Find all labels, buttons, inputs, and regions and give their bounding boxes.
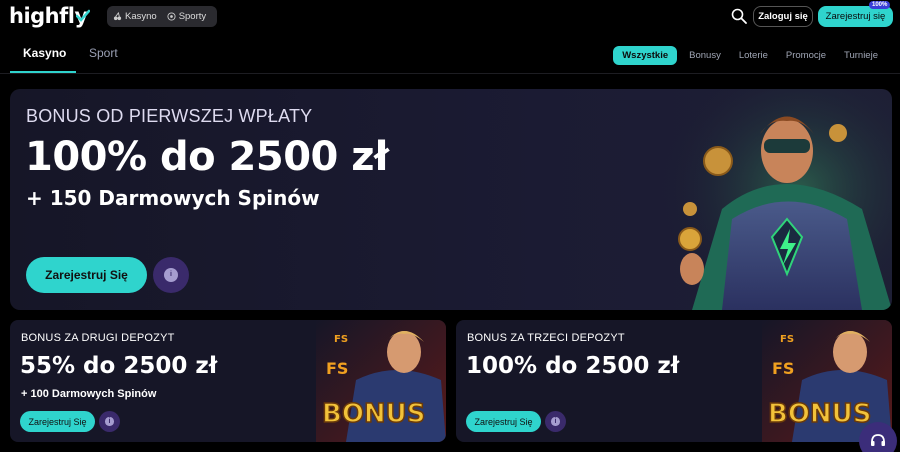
card-kicker: BONUS ZA DRUGI DEPOZYT xyxy=(21,332,175,344)
info-icon: i xyxy=(163,267,179,283)
active-tab-indicator xyxy=(10,71,76,73)
mode-casino-label: Kasyno xyxy=(125,11,157,22)
card-info-button[interactable]: i xyxy=(99,411,120,432)
bonus-card-third-deposit: BONUS ZA TRZECI DEPOZYT 100% do 2500 zł … xyxy=(456,320,892,442)
card-title: 100% do 2500 zł xyxy=(466,353,680,379)
info-icon: i xyxy=(551,417,560,426)
superhero-illustration xyxy=(662,89,892,310)
mode-sports[interactable]: Sporty xyxy=(167,11,206,22)
filter-all[interactable]: Wszystkie xyxy=(613,46,678,65)
card-info-button[interactable]: i xyxy=(545,411,566,432)
support-chat-button[interactable] xyxy=(859,422,897,452)
filter-tournaments[interactable]: Turnieje xyxy=(838,46,884,65)
filter-lotteries[interactable]: Loterie xyxy=(733,46,774,65)
bonus-art-text: BONUS xyxy=(322,399,426,429)
promo-filters: Wszystkie Bonusy Loterie Promocje Turnie… xyxy=(613,46,884,65)
hero-title: 100% do 2500 zł xyxy=(25,134,389,180)
logo-check-icon xyxy=(76,9,90,22)
bonus-card-second-deposit: BONUS ZA DRUGI DEPOZYT 55% do 2500 zł + … xyxy=(10,320,446,442)
mode-sports-label: Sporty xyxy=(178,11,207,22)
register-button[interactable]: Zarejestruj się xyxy=(818,6,893,27)
svg-text:FS: FS xyxy=(772,359,794,378)
card-register-button[interactable]: Zarejestruj Się xyxy=(20,411,95,432)
tab-kasyno[interactable]: Kasyno xyxy=(23,46,66,60)
product-switch: Kasyno Sporty xyxy=(107,6,217,27)
tab-sport[interactable]: Sport xyxy=(89,46,118,60)
filter-bonuses[interactable]: Bonusy xyxy=(683,46,727,65)
headset-icon xyxy=(871,434,885,446)
search-icon[interactable] xyxy=(731,8,747,24)
soccer-ball-icon xyxy=(167,12,176,21)
filter-promotions[interactable]: Promocje xyxy=(780,46,832,65)
mode-casino[interactable]: Kasyno xyxy=(113,11,157,22)
card-title: 55% do 2500 zł xyxy=(20,353,218,379)
login-button[interactable]: Zaloguj się xyxy=(753,6,813,27)
fs-badge: FS xyxy=(780,334,794,345)
hero-subtitle: + 150 Darmowych Spinów xyxy=(26,186,320,210)
register-badge: 100% xyxy=(869,1,891,9)
info-icon: i xyxy=(105,417,114,426)
top-bar: highfly Kasyno Sporty Zaloguj się Zareje… xyxy=(0,0,900,34)
bonus-art-text: BONUS xyxy=(768,399,872,429)
card-kicker: BONUS ZA TRZECI DEPOZYT xyxy=(467,332,625,344)
bonus-hero-illustration: FS FS BONUS xyxy=(316,320,446,442)
cherries-icon xyxy=(113,12,122,21)
card-subtitle: + 100 Darmowych Spinów xyxy=(21,388,157,400)
fs-badge: FS xyxy=(334,334,348,345)
svg-text:FS: FS xyxy=(326,359,348,378)
hero-kicker: BONUS OD PIERWSZEJ WPŁATY xyxy=(26,106,313,126)
card-register-button[interactable]: Zarejestruj Się xyxy=(466,411,541,432)
hero-banner: BONUS OD PIERWSZEJ WPŁATY 100% do 2500 z… xyxy=(10,89,892,310)
hero-register-button[interactable]: Zarejestruj Się xyxy=(26,257,147,293)
hero-info-button[interactable]: i xyxy=(153,257,189,293)
